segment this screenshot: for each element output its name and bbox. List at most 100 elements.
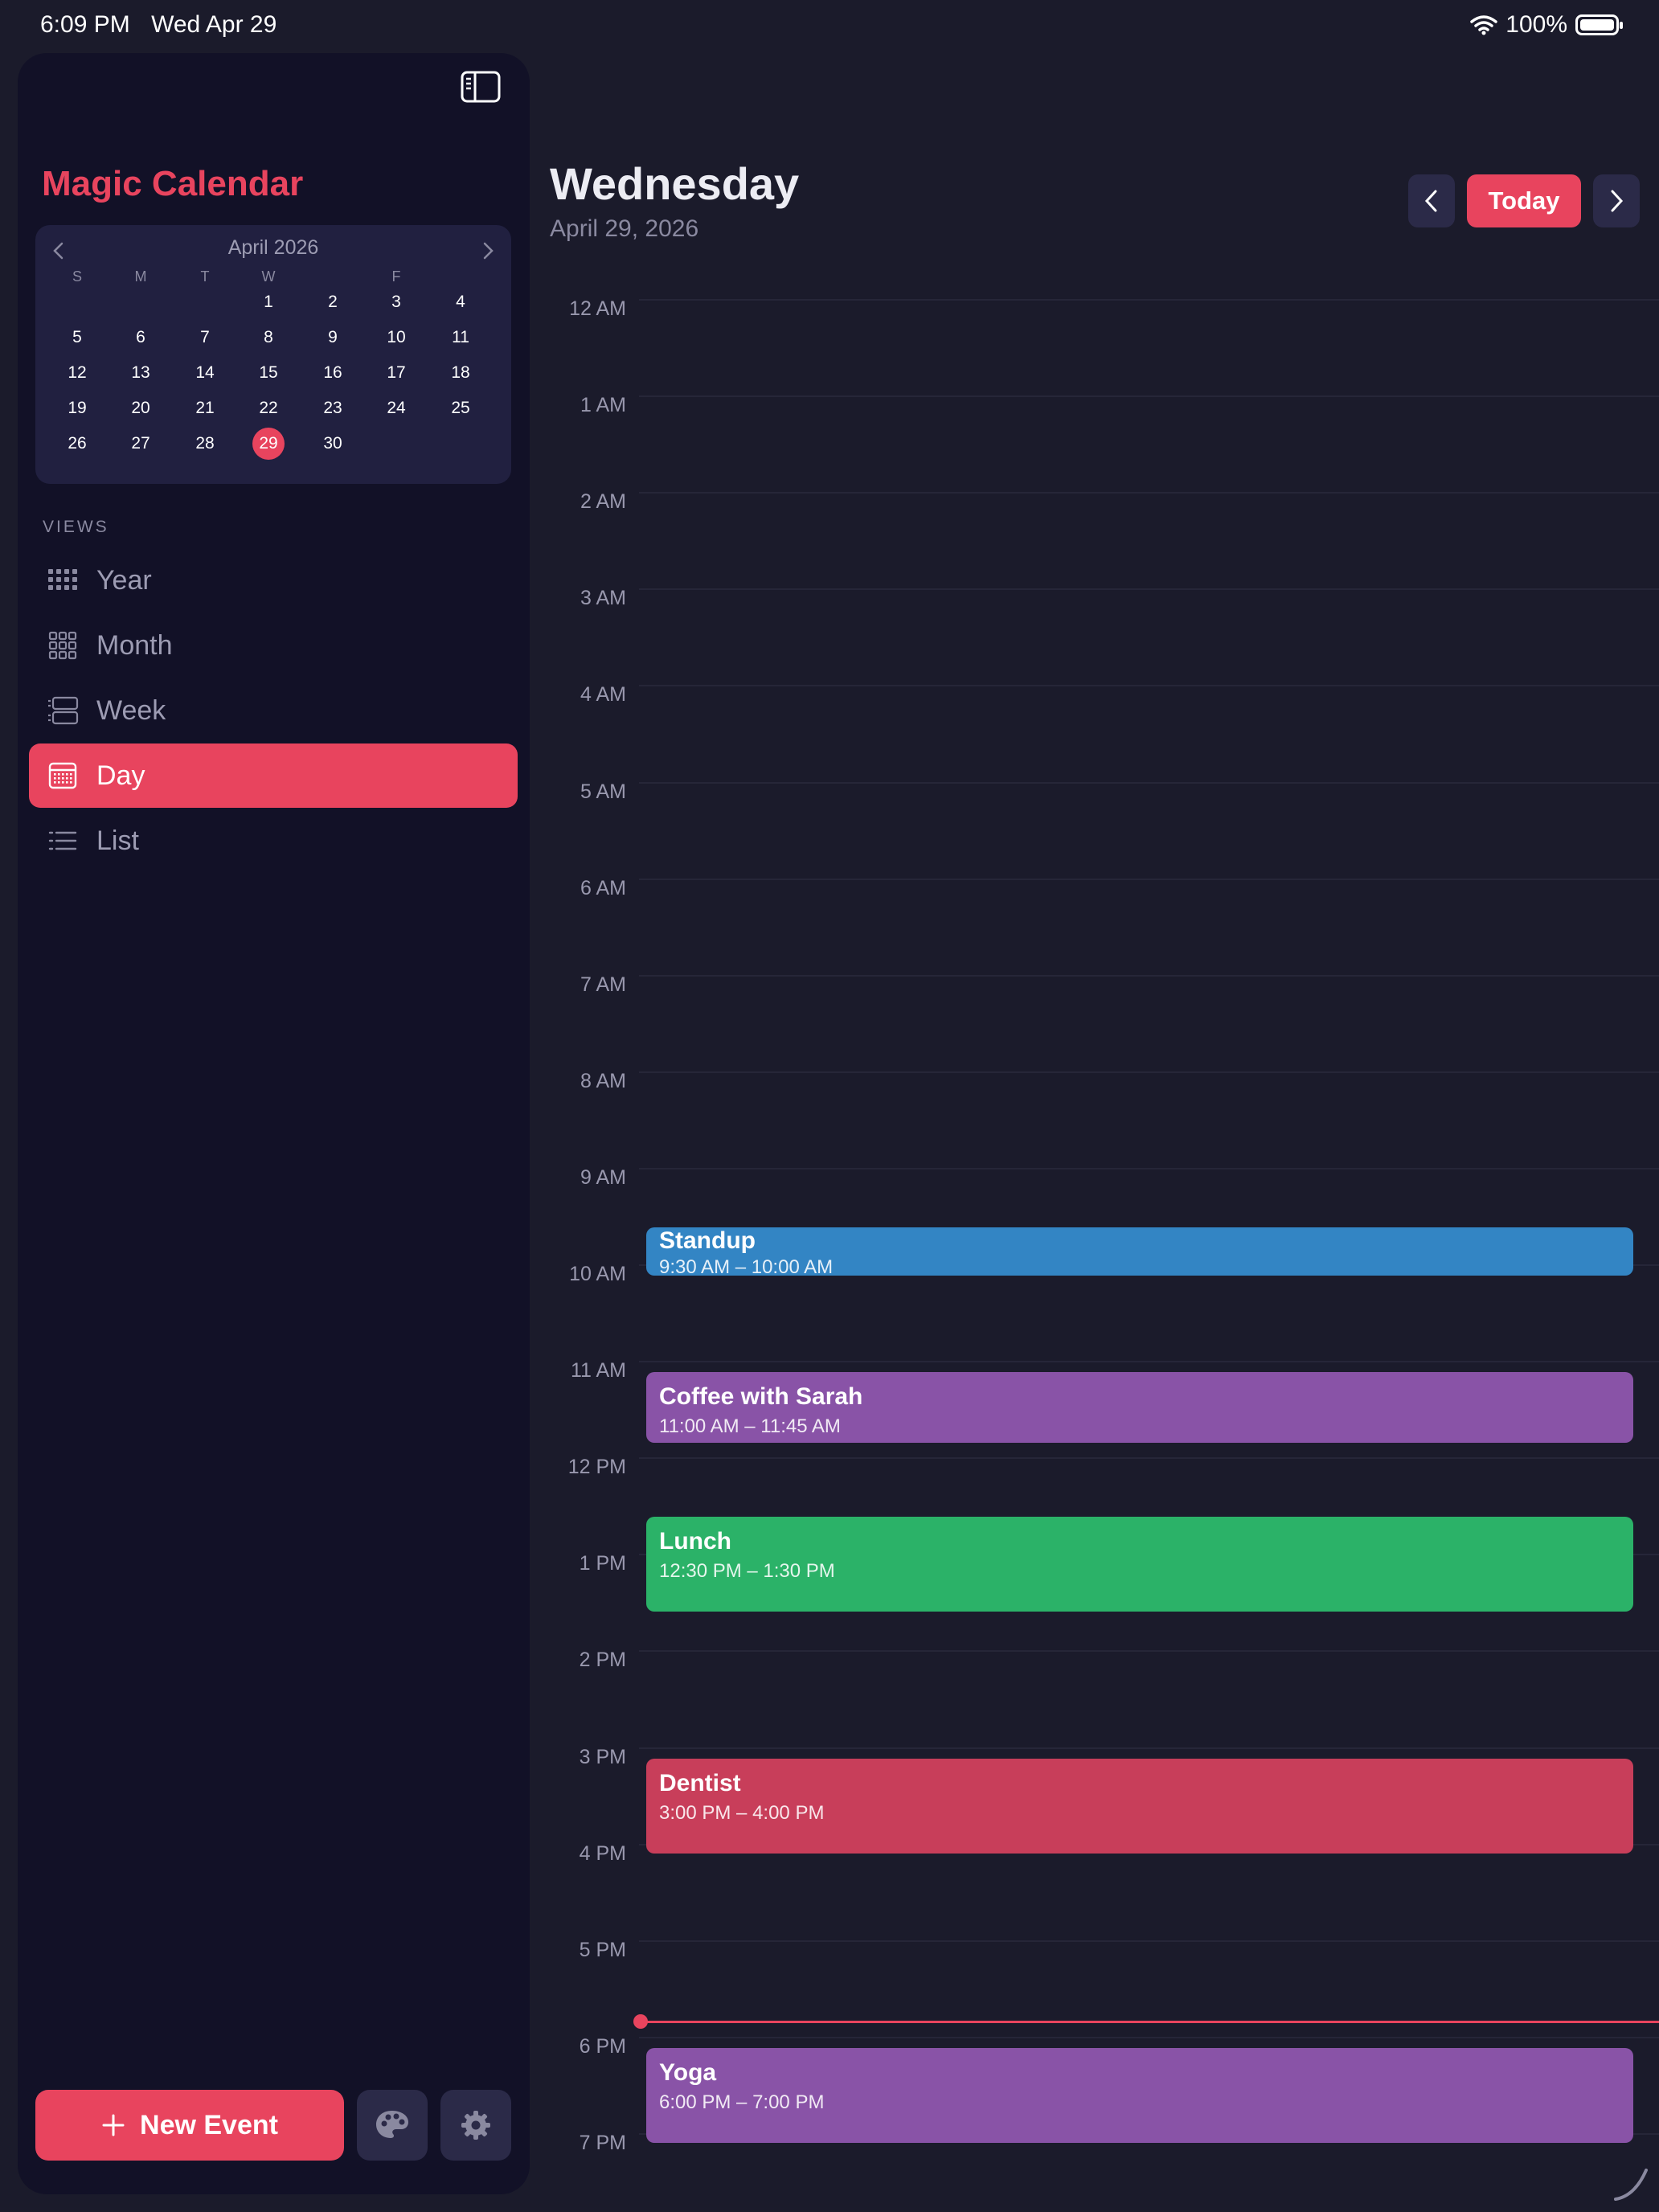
hour-gridline <box>639 974 1659 977</box>
hour-label: 5 PM <box>579 1938 626 1961</box>
mini-calendar-day-number: 4 <box>456 293 465 311</box>
mini-calendar-day[interactable]: 10 <box>372 322 420 354</box>
mini-calendar-day[interactable]: 7 <box>181 322 229 354</box>
settings-button[interactable] <box>440 2090 511 2161</box>
today-button[interactable]: Today <box>1467 174 1581 227</box>
event-dentist[interactable]: Dentist 3:00 PM – 4:00 PM <box>646 1758 1633 1854</box>
current-time-dot <box>633 2014 648 2029</box>
previous-day-button[interactable] <box>1408 174 1455 227</box>
hour-label: 1 AM <box>580 394 626 417</box>
mini-calendar-day[interactable]: 14 <box>181 357 229 389</box>
new-event-button[interactable]: New Event <box>35 2090 344 2161</box>
mini-calendar-selected-day[interactable]: 29 <box>244 428 293 460</box>
hour-gridline <box>639 1167 1659 1169</box>
mini-calendar-day-number: 21 <box>195 399 215 417</box>
mini-calendar-day[interactable]: 2 <box>309 286 357 318</box>
mini-calendar-day[interactable]: 16 <box>309 357 357 389</box>
mini-calendar-day[interactable]: 12 <box>53 357 101 389</box>
mini-calendar-day[interactable]: 5 <box>53 322 101 354</box>
view-item-day[interactable]: Day <box>29 743 518 808</box>
view-item-month[interactable]: Month <box>29 613 518 678</box>
mini-calendar-day[interactable]: 1 <box>244 286 293 318</box>
mini-calendar-day-number: 28 <box>195 434 215 453</box>
mini-calendar-day[interactable]: 18 <box>436 357 485 389</box>
year-grid-icon <box>47 564 79 596</box>
new-event-label: New Event <box>140 2109 278 2140</box>
mini-calendar-month: April 2026 <box>227 236 319 259</box>
view-item-label: Day <box>96 760 145 791</box>
event-time: 12:30 PM – 1:30 PM <box>659 1560 835 1583</box>
mini-calendar-day[interactable]: 9 <box>309 322 357 354</box>
hour-label: 3 PM <box>579 1745 626 1768</box>
mini-calendar-next-icon[interactable] <box>479 241 497 260</box>
hour-gridline <box>639 1940 1659 1942</box>
mini-calendar-day[interactable]: 6 <box>117 322 165 354</box>
view-item-label: Month <box>96 629 173 661</box>
theme-button[interactable] <box>357 2090 428 2161</box>
current-time-line <box>639 2021 1659 2023</box>
mini-calendar-day-number: 14 <box>195 363 215 382</box>
event-standup[interactable]: Standup 9:30 AM – 10:00 AM <box>646 1227 1633 1276</box>
day-title: Wednesday <box>550 158 800 209</box>
mini-calendar-day[interactable]: 3 <box>372 286 420 318</box>
wifi-icon <box>1470 15 1498 35</box>
mini-calendar-day[interactable]: 8 <box>244 322 293 354</box>
hour-gridline <box>639 1650 1659 1653</box>
mini-calendar-day[interactable]: 27 <box>117 428 165 460</box>
mini-calendar-day-number: 3 <box>391 293 401 311</box>
mini-calendar-day[interactable]: 24 <box>372 392 420 424</box>
ipad-screen: 6:09 PM Wed Apr 29 100% Magic Calendar A… <box>0 0 1659 2212</box>
mini-calendar-day[interactable]: 25 <box>436 392 485 424</box>
month-grid-icon <box>47 629 79 662</box>
hour-gridline <box>639 1361 1659 1363</box>
mini-calendar-day-number: 26 <box>68 434 87 453</box>
mini-calendar-day[interactable]: 26 <box>53 428 101 460</box>
hour-gridline <box>639 685 1659 687</box>
hour-gridline <box>639 299 1659 301</box>
hour-gridline <box>639 395 1659 398</box>
mini-calendar-day-number: 15 <box>259 363 278 382</box>
view-item-year[interactable]: Year <box>29 548 518 612</box>
mini-calendar-day[interactable]: 13 <box>117 357 165 389</box>
sidebar-toggle-icon[interactable] <box>461 71 501 103</box>
resize-handle-icon[interactable] <box>1611 2164 1651 2204</box>
mini-calendar-day-number: 17 <box>387 363 406 382</box>
mini-calendar-day[interactable]: 20 <box>117 392 165 424</box>
event-yoga[interactable]: Yoga 6:00 PM – 7:00 PM <box>646 2047 1633 2143</box>
chevron-left-icon <box>1424 190 1437 212</box>
hour-label: 4 AM <box>580 683 626 707</box>
mini-calendar-day[interactable]: 11 <box>436 322 485 354</box>
view-item-list[interactable]: List <box>29 809 518 873</box>
mini-calendar-day-number: 7 <box>200 328 210 346</box>
view-item-label: List <box>96 825 139 856</box>
view-item-label: Week <box>96 694 166 726</box>
event-title: Dentist <box>659 1769 741 1796</box>
hour-gridline <box>639 1071 1659 1073</box>
mini-calendar-day[interactable]: 15 <box>244 357 293 389</box>
mini-calendar-day-number: 30 <box>323 434 342 453</box>
mini-calendar-day-number: 1 <box>264 293 273 311</box>
mini-calendar-day[interactable]: 30 <box>309 428 357 460</box>
event-time: 3:00 PM – 4:00 PM <box>659 1801 825 1824</box>
list-icon <box>47 825 79 857</box>
next-day-button[interactable] <box>1593 174 1640 227</box>
mini-calendar-day[interactable]: 21 <box>181 392 229 424</box>
hour-label: 5 AM <box>580 780 626 803</box>
mini-calendar-day-number: 19 <box>68 399 87 417</box>
hour-gridline <box>639 2036 1659 2038</box>
mini-calendar-day-number: 8 <box>264 328 273 346</box>
mini-calendar-day-number: 11 <box>452 328 469 346</box>
plus-icon <box>102 2114 125 2136</box>
mini-calendar-day[interactable]: 17 <box>372 357 420 389</box>
event-lunch[interactable]: Lunch 12:30 PM – 1:30 PM <box>646 1517 1633 1612</box>
mini-calendar: April 2026 S M T W F 1 2 3 4 5 6 7 8 9 10 11 12 13 14 15 16 1… <box>35 225 511 484</box>
mini-calendar-day[interactable]: 23 <box>309 392 357 424</box>
view-item-week[interactable]: Week <box>29 678 518 743</box>
event-coffee-with-sarah[interactable]: Coffee with Sarah 11:00 AM – 11:45 AM <box>646 1372 1633 1444</box>
day-date: April 29, 2026 <box>550 215 699 242</box>
mini-calendar-day[interactable]: 4 <box>436 286 485 318</box>
mini-calendar-day-number: 22 <box>259 399 278 417</box>
mini-calendar-day[interactable]: 22 <box>244 392 293 424</box>
mini-calendar-day[interactable]: 28 <box>181 428 229 460</box>
mini-calendar-day[interactable]: 19 <box>53 392 101 424</box>
